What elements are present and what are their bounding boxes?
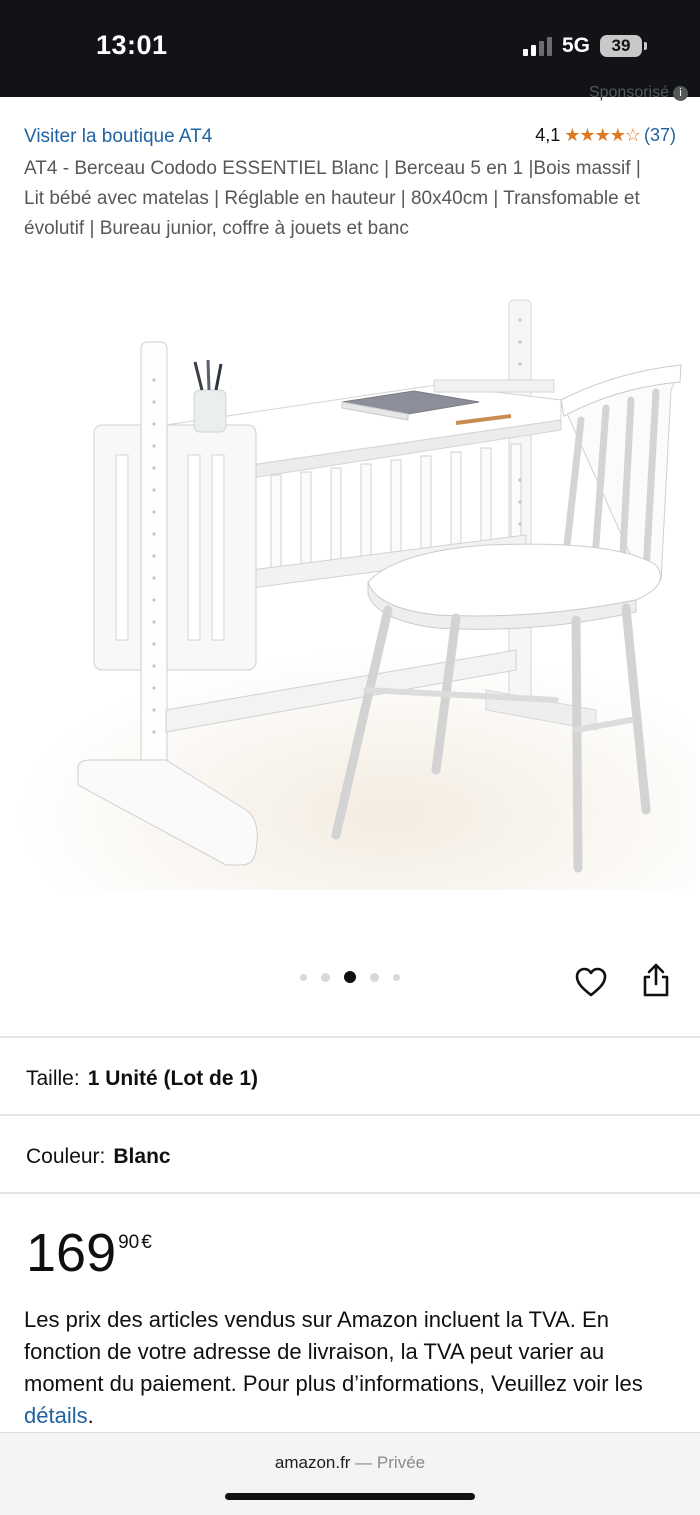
carousel-dot[interactable]: [370, 972, 379, 982]
sponsored-text: Sponsorisé: [588, 84, 669, 101]
vat-text: Les prix des articles vendus sur Amazon …: [24, 1307, 643, 1396]
review-count[interactable]: (37): [644, 125, 676, 146]
carousel-dot[interactable]: [321, 972, 330, 982]
network-type: 5G: [561, 34, 590, 57]
size-value: 1 Unité (Lot de 1): [87, 1067, 259, 1090]
price-fraction: 90: [118, 1232, 140, 1253]
divider: [0, 1036, 700, 1038]
color-value: Blanc: [113, 1145, 171, 1168]
store-link[interactable]: Visiter la boutique AT4: [24, 126, 212, 148]
product-title: AT4 - Berceau Cododo ESSENTIEL Blanc | B…: [24, 158, 641, 239]
status-indicators: 5G 39: [522, 34, 647, 58]
color-selector[interactable]: Couleur: Blanc: [26, 1145, 171, 1169]
vat-end: .: [87, 1403, 94, 1428]
status-time: 13:01: [96, 30, 168, 60]
divider: [0, 1192, 700, 1194]
url-display[interactable]: amazon.fr — Privée: [0, 1453, 700, 1473]
price-currency: €: [141, 1232, 152, 1253]
rating[interactable]: 4,1 ★★★★☆ (37): [535, 125, 676, 146]
wishlist-button[interactable]: [573, 964, 609, 1000]
divider: [0, 1114, 700, 1116]
sponsored-label[interactable]: Sponsorisé i: [589, 84, 688, 102]
browser-address-bar[interactable]: amazon.fr — Privée: [0, 1432, 700, 1515]
carousel-dot[interactable]: [393, 973, 400, 981]
share-button[interactable]: [638, 960, 674, 1000]
product-image[interactable]: [16, 290, 696, 900]
domain-text: amazon.fr: [274, 1453, 351, 1472]
color-label: Couleur:: [26, 1145, 106, 1168]
signal-icon: [522, 36, 552, 56]
heart-icon: [575, 967, 607, 997]
status-bar: 13:01 5G 39: [0, 0, 700, 97]
size-label: Taille:: [26, 1067, 80, 1090]
vat-notice: Les prix des articles vendus sur Amazon …: [24, 1304, 674, 1432]
details-link[interactable]: détails: [24, 1403, 88, 1428]
star-rating-icon: ★★★★☆: [564, 125, 641, 145]
price-whole: 169: [26, 1223, 117, 1283]
rating-value: 4,1: [535, 125, 561, 145]
home-indicator[interactable]: [225, 1493, 475, 1500]
share-icon: [643, 963, 669, 997]
carousel-dot-active[interactable]: [344, 971, 356, 983]
battery-icon: 39: [600, 35, 647, 57]
info-icon: i: [673, 85, 688, 101]
price: 169 90 €: [26, 1224, 152, 1282]
private-mode-label: — Privée: [355, 1453, 426, 1472]
size-selector[interactable]: Taille: 1 Unité (Lot de 1): [26, 1067, 258, 1091]
carousel-dot[interactable]: [300, 973, 307, 981]
